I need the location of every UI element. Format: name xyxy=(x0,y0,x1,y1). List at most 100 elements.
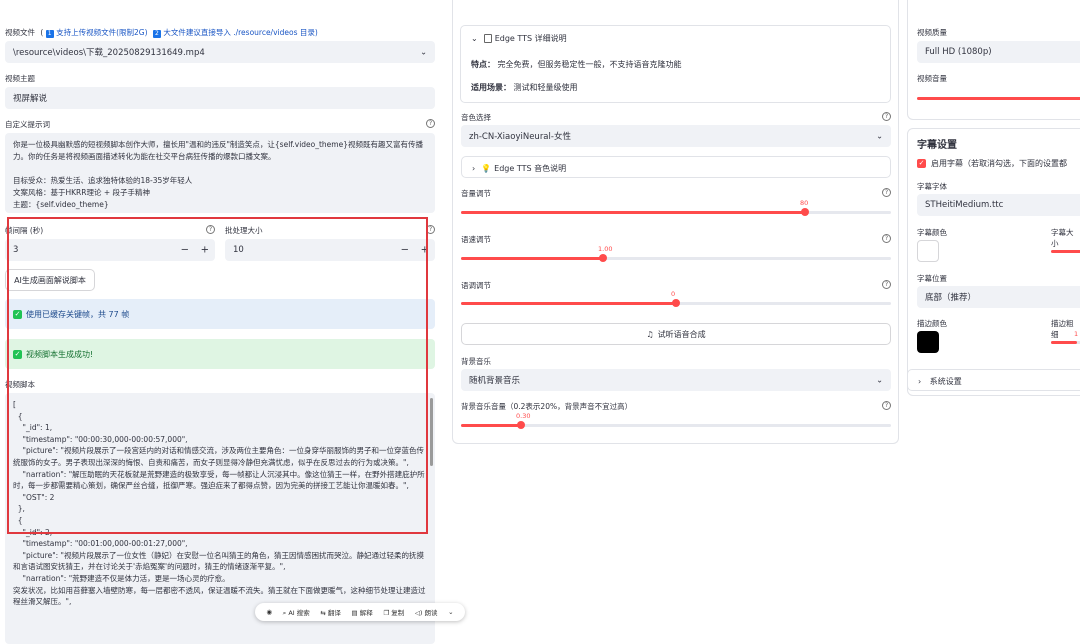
subtitle-size-slider[interactable] xyxy=(1051,250,1080,253)
system-settings-title: 系统设置 xyxy=(929,377,962,386)
bgm-select[interactable]: 随机背景音乐 ⌄ xyxy=(461,369,891,391)
music-note-icon: ♫ xyxy=(646,329,654,339)
video-volume-label: 视频音量 xyxy=(917,74,947,83)
color-label: 字幕颜色 xyxy=(917,228,947,237)
video-file-label: 视频文件 xyxy=(5,28,35,37)
hint2-number-badge: 2 xyxy=(152,30,161,38)
bgm-volume-label: 背景音乐音量（0.2表示20%，背景声音不宜过高） xyxy=(461,402,633,411)
topic-value: 视屏解说 xyxy=(13,94,48,104)
bgm-label: 背景音乐 xyxy=(461,357,491,366)
video-file-value: \resource\videos\下载_20250829131649.mp4 xyxy=(13,48,205,58)
voice-value: zh-CN-XiaoyiNeural-女性 xyxy=(469,132,571,142)
topic-label: 视频主题 xyxy=(5,74,35,83)
position-label: 字幕位置 xyxy=(917,274,947,283)
slider-fill xyxy=(461,257,603,260)
help-icon[interactable]: ? xyxy=(426,119,435,128)
stroke-width-value: 1 xyxy=(1074,330,1079,338)
subtitle-enable-label: 启用字幕（若取消勾选，下面的设置都 xyxy=(931,159,1067,168)
prompt-textarea[interactable]: 你是一位极具幽默感的短视频脚本创作大师，擅长用"温和的违反"制造笑点，让{sel… xyxy=(5,133,435,213)
scene-row: 适用场景： 测试和轻量级使用 xyxy=(471,82,578,93)
help-icon[interactable]: ? xyxy=(882,234,891,243)
bgm-value: 随机背景音乐 xyxy=(469,376,521,386)
slider-fill xyxy=(461,211,805,214)
toolbar-translate[interactable]: ⇆ 翻译 xyxy=(320,607,341,617)
stroke-width-slider[interactable] xyxy=(1051,341,1080,344)
scene-value: 测试和轻量级使用 xyxy=(513,83,578,92)
topic-input[interactable]: 视屏解说 xyxy=(5,87,435,109)
bgm-volume-slider[interactable]: 0.30 xyxy=(461,412,891,429)
speed-label: 语速调节 xyxy=(461,235,491,244)
voice-help-header: › 💡 Edge TTS 音色说明 xyxy=(472,163,566,174)
system-settings-header: › 系统设置 xyxy=(918,376,962,387)
chevron-right-icon: › xyxy=(472,164,476,173)
pitch-slider[interactable]: 0 xyxy=(461,290,891,307)
toolbar-ai-search[interactable]: ⌕ AI 搜索 xyxy=(283,607,310,618)
chevron-right-icon: › xyxy=(918,377,922,386)
slider-thumb[interactable] xyxy=(517,421,525,429)
volume-slider[interactable]: 80 xyxy=(461,199,891,216)
slider-value: 0 xyxy=(671,290,676,298)
voice-help-expander[interactable]: › 💡 Edge TTS 音色说明 xyxy=(461,156,891,178)
slider-thumb[interactable] xyxy=(599,254,607,262)
subtitle-enable-checkbox[interactable]: ✓ 启用字幕（若取消勾选，下面的设置都 xyxy=(917,158,1067,169)
slider-value: 80 xyxy=(800,199,809,207)
slider-value: 0.30 xyxy=(516,412,531,420)
video-volume-slider[interactable] xyxy=(917,97,1080,100)
font-value: STHeitiMedium.ttc xyxy=(925,200,1004,210)
slider-fill xyxy=(1051,341,1077,344)
quality-select[interactable]: Full HD (1080p) xyxy=(917,41,1080,63)
voice-select[interactable]: zh-CN-XiaoyiNeural-女性 ⌄ xyxy=(461,125,891,147)
volume-label: 音量调节 xyxy=(461,189,491,198)
edge-tts-detail-expander: ⌄ Edge TTS 详细说明 特点： 完全免费，但服务稳定性一般，不支持语音克… xyxy=(460,25,891,103)
size-label: 字幕大小 xyxy=(1051,228,1074,248)
chevron-down-icon: ⌄ xyxy=(876,375,883,385)
quality-value: Full HD (1080p) xyxy=(925,47,992,57)
system-settings-expander[interactable]: › 系统设置 xyxy=(907,369,1080,391)
toolbar-explain[interactable]: ▤ 解释 xyxy=(352,607,373,617)
prompt-label: 自定义提示词 xyxy=(5,120,50,129)
slider-fill xyxy=(461,302,676,305)
feature-value: 完全免费，但服务稳定性一般，不支持语音克隆功能 xyxy=(497,60,682,69)
checkbox-checked-icon: ✓ xyxy=(917,159,926,168)
stroke-color-label: 描边颜色 xyxy=(917,319,947,328)
font-select[interactable]: STHeitiMedium.ttc xyxy=(917,194,1080,216)
preview-tts-label: 试听语音合成 xyxy=(657,329,706,339)
chevron-down-icon: ⌄ xyxy=(420,47,427,57)
edge-tts-detail-title: Edge TTS 详细说明 xyxy=(494,34,567,43)
chevron-down-icon: ⌄ xyxy=(876,131,883,141)
position-select[interactable]: 底部（推荐） xyxy=(917,286,1080,308)
edge-tts-detail-header[interactable]: ⌄ Edge TTS 详细说明 xyxy=(471,33,567,44)
subtitle-color-picker[interactable] xyxy=(917,240,939,262)
pin-icon[interactable]: ◉ xyxy=(266,608,272,616)
quality-label: 视频质量 xyxy=(917,28,947,37)
slider-thumb[interactable] xyxy=(801,208,809,216)
slider-value: 1.00 xyxy=(598,245,613,253)
help-icon[interactable]: ? xyxy=(882,280,891,289)
import-hint: 大文件建议直接导入 ./resource/videos 目录) xyxy=(163,28,318,37)
toolbar-copy[interactable]: ❐ 复制 xyxy=(383,607,404,617)
script-scrollbar[interactable] xyxy=(430,398,433,466)
stroke-color-picker[interactable] xyxy=(917,331,939,353)
speed-slider[interactable]: 1.00 xyxy=(461,245,891,262)
help-icon[interactable]: ? xyxy=(882,188,891,197)
lightbulb-icon: 💡 xyxy=(481,164,492,173)
document-icon xyxy=(483,34,492,43)
preview-tts-button[interactable]: ♫ 试听语音合成 xyxy=(461,323,891,345)
help-icon[interactable]: ? xyxy=(882,401,891,410)
position-value: 底部（推荐） xyxy=(925,293,977,303)
voice-help-title: Edge TTS 音色说明 xyxy=(494,164,567,173)
upload-hint: 支持上传视频文件(限制2G) xyxy=(56,28,148,37)
pitch-label: 语调调节 xyxy=(461,281,491,290)
toolbar-more-icon[interactable]: ⌄ xyxy=(448,608,453,616)
toolbar-read-aloud[interactable]: ◁) 朗读 xyxy=(415,607,438,617)
scene-label: 适用场景： xyxy=(471,83,511,92)
voice-label: 音色选择 xyxy=(461,113,491,122)
feature-row: 特点： 完全免费，但服务稳定性一般，不支持语音克隆功能 xyxy=(471,59,682,70)
subtitle-title: 字幕设置 xyxy=(917,140,957,151)
video-file-label-row: 视频文件 ( 1 支持上传视频文件(限制2G) 2 大文件建议直接导入 ./re… xyxy=(5,27,318,38)
slider-fill xyxy=(461,424,521,427)
video-file-select[interactable]: \resource\videos\下载_20250829131649.mp4 ⌄ xyxy=(5,41,435,63)
highlight-box xyxy=(7,217,428,534)
slider-thumb[interactable] xyxy=(672,299,680,307)
help-icon[interactable]: ? xyxy=(882,112,891,121)
